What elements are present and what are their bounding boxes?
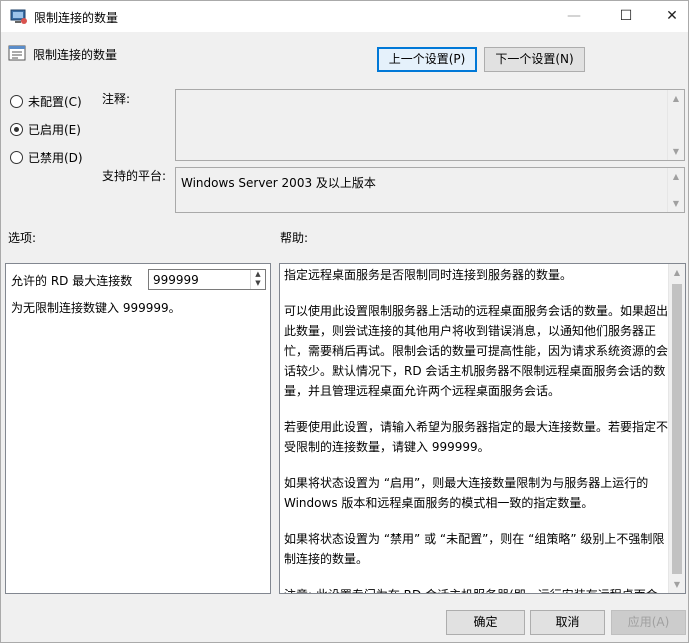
help-paragraph: 若要使用此设置，请输入希望为服务器指定的最大连接数量。若要指定不受限制的连接数量… <box>284 420 669 454</box>
spin-down-icon[interactable]: ▼ <box>251 279 265 288</box>
radio-circle[interactable] <box>10 94 23 108</box>
help-scrollbar[interactable]: ▲ ▼ <box>668 264 685 593</box>
policy-setting-icon <box>8 45 26 61</box>
help-panel: 指定远程桌面服务是否限制同时连接到服务器的数量。 可以使用此设置限制服务器上活动… <box>279 263 686 594</box>
radio-label: 未配置(C) <box>28 94 82 109</box>
apply-button[interactable]: 应用(A) <box>611 610 686 635</box>
comment-scrollbar[interactable]: ▲ ▼ <box>667 90 684 160</box>
max-connections-value[interactable]: 999999 <box>153 273 199 287</box>
scroll-down-icon[interactable]: ▼ <box>669 576 685 593</box>
scroll-down-icon[interactable]: ▼ <box>668 143 684 160</box>
help-paragraph: 如果将状态设置为 “启用”，则最大连接数量限制为与服务器上运行的 Windows… <box>284 476 649 510</box>
help-paragraph: 指定远程桌面服务是否限制同时连接到服务器的数量。 <box>284 268 573 282</box>
scroll-down-icon[interactable]: ▼ <box>668 195 684 212</box>
help-paragraph: 如果将状态设置为 “禁用” 或 “未配置”，则在 “组策略” 级别上不强制限制连… <box>284 532 665 566</box>
policy-dialog: 限制连接的数量 — ☐ ✕ 限制连接的数量 上一个设置(P) 下一个设置(N) … <box>0 0 689 643</box>
help-paragraph: 注意: 此设置专门为在 RD 会话主机服务器(即，运行安装有远程桌面会话主机角色… <box>284 585 668 593</box>
radio-circle[interactable] <box>10 122 23 136</box>
maximize-button[interactable]: ☐ <box>603 1 649 32</box>
radio-enabled[interactable]: 已启用(E) <box>10 121 81 137</box>
scroll-thumb[interactable] <box>672 284 682 574</box>
window-title: 限制连接的数量 <box>34 11 119 25</box>
scroll-up-icon[interactable]: ▲ <box>669 264 685 281</box>
scroll-up-icon[interactable]: ▲ <box>668 168 684 185</box>
help-label: 帮助: <box>280 231 309 245</box>
setting-title: 限制连接的数量 <box>33 48 118 62</box>
radio-not-configured[interactable]: 未配置(C) <box>10 93 82 109</box>
cancel-button[interactable]: 取消 <box>530 610 605 635</box>
policy-app-icon <box>10 9 27 24</box>
minimize-button[interactable]: — <box>551 1 597 32</box>
platform-field: Windows Server 2003 及以上版本 ▲ ▼ <box>175 167 685 213</box>
options-label: 选项: <box>8 231 37 245</box>
title-bar: 限制连接的数量 — ☐ ✕ <box>1 1 688 32</box>
radio-circle[interactable] <box>10 150 23 164</box>
max-connections-label: 允许的 RD 最大连接数 <box>11 274 133 288</box>
platform-scrollbar[interactable]: ▲ ▼ <box>667 168 684 212</box>
radio-label: 已启用(E) <box>28 122 81 137</box>
comment-textarea[interactable]: ▲ ▼ <box>175 89 685 161</box>
close-button[interactable]: ✕ <box>649 1 689 32</box>
help-paragraph: 可以使用此设置限制服务器上活动的远程桌面服务会话的数量。如果超出此数量，则尝试连… <box>284 304 669 398</box>
platform-value: Windows Server 2003 及以上版本 <box>181 176 376 190</box>
max-connections-spinbox[interactable]: 999999 ▲ ▼ <box>148 269 266 290</box>
ok-button[interactable]: 确定 <box>446 610 525 635</box>
next-setting-button[interactable]: 下一个设置(N) <box>484 47 585 72</box>
spin-arrows[interactable]: ▲ ▼ <box>250 270 265 289</box>
comment-label: 注释: <box>102 92 131 106</box>
max-connections-hint: 为无限制连接数键入 999999。 <box>11 301 181 315</box>
radio-label: 已禁用(D) <box>28 150 83 165</box>
scroll-up-icon[interactable]: ▲ <box>668 90 684 107</box>
help-text: 指定远程桌面服务是否限制同时连接到服务器的数量。 可以使用此设置限制服务器上活动… <box>284 265 669 593</box>
spin-up-icon[interactable]: ▲ <box>251 270 265 279</box>
previous-setting-button[interactable]: 上一个设置(P) <box>377 47 477 72</box>
options-panel: 允许的 RD 最大连接数 999999 ▲ ▼ 为无限制连接数键入 999999… <box>5 263 271 594</box>
platform-label: 支持的平台: <box>102 169 167 183</box>
radio-disabled[interactable]: 已禁用(D) <box>10 149 83 165</box>
